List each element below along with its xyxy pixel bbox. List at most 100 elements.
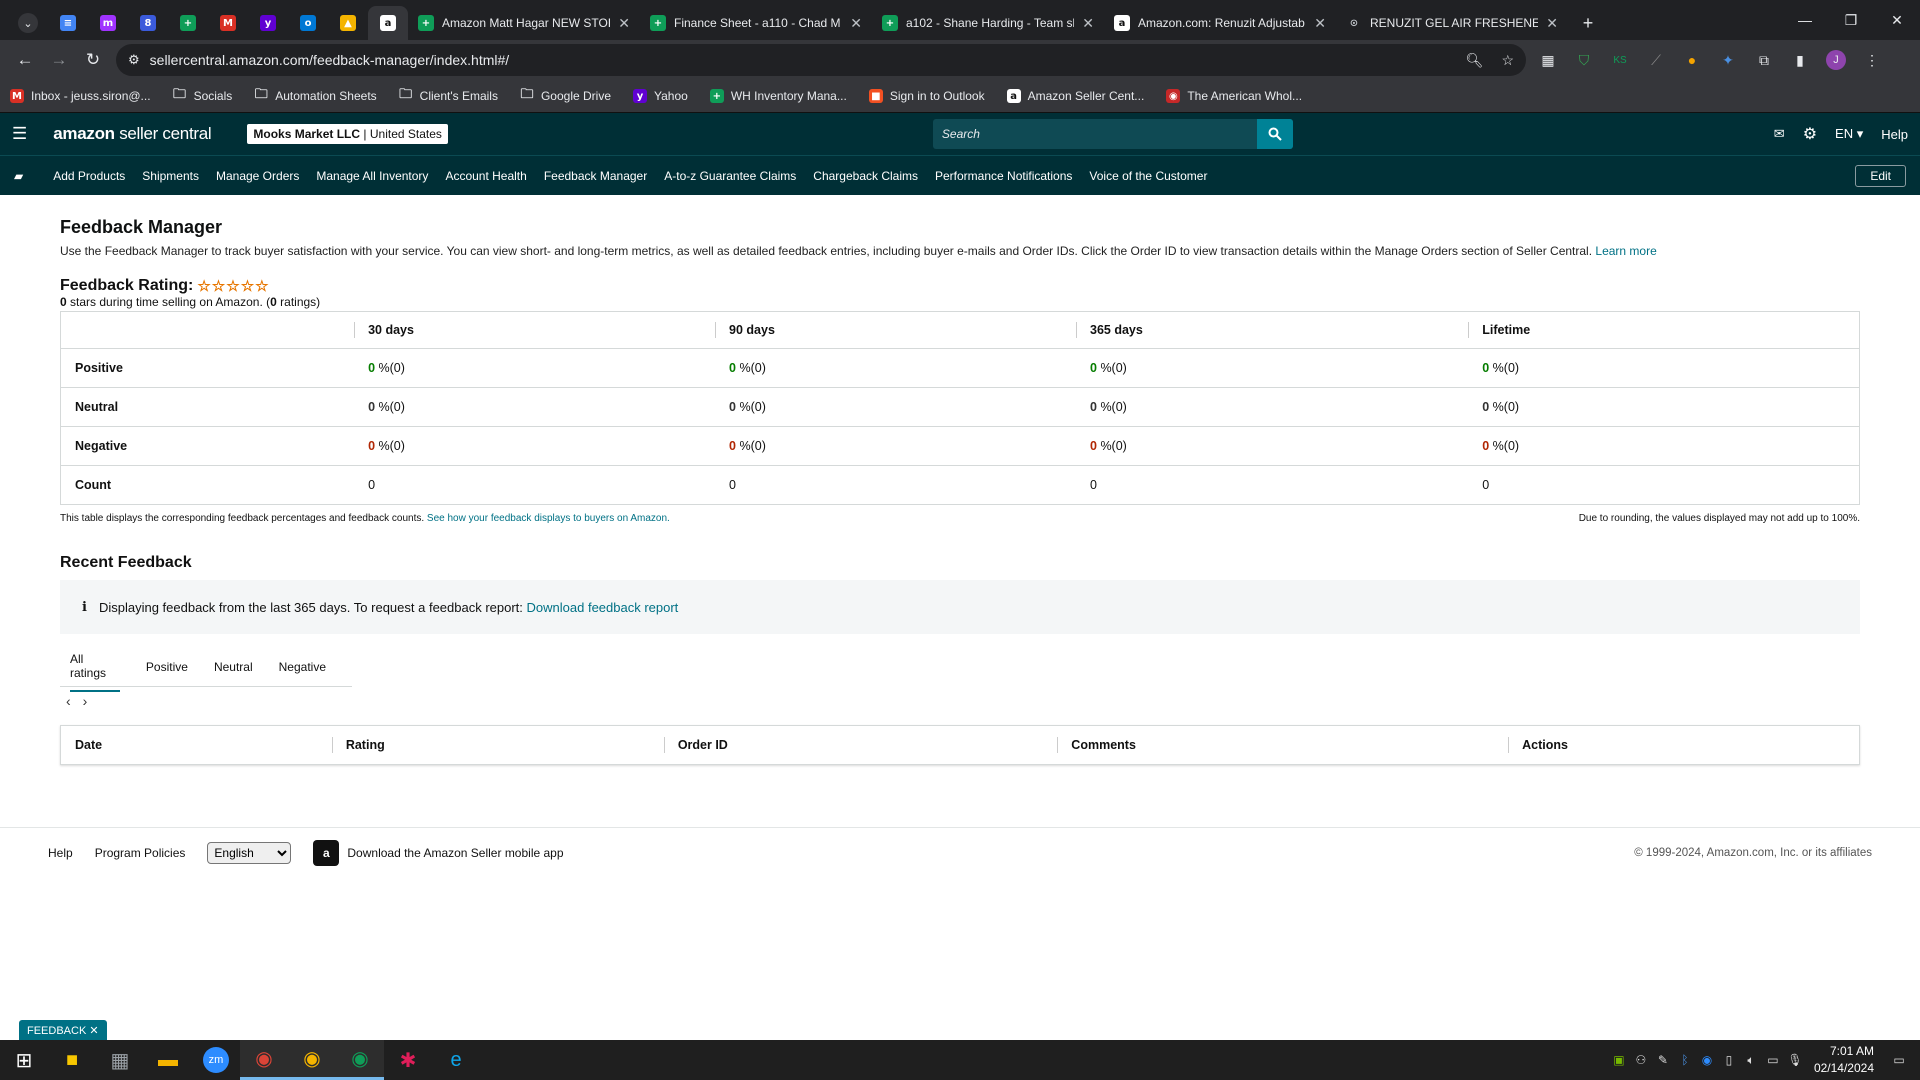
prev-page-icon[interactable]: ‹ <box>66 693 71 709</box>
learn-more-link[interactable]: Learn more <box>1595 244 1656 258</box>
leaf-extension-icon[interactable]: ⟋ <box>1642 46 1670 74</box>
taskbar-app[interactable]: ◉ <box>288 1040 336 1080</box>
pinned-tab[interactable]: o <box>288 6 328 40</box>
bookmark-item[interactable]: 🗀 Socials <box>173 87 232 103</box>
bookmark-icon[interactable]: ▰ <box>14 169 23 183</box>
nav-link-a-to-z-guarantee-claims[interactable]: A-to-z Guarantee Claims <box>664 169 796 183</box>
browser-tab[interactable]: ⊙ RENUZIT GEL AIR FRESHENER- ✕ <box>1336 6 1568 40</box>
nav-link-account-health[interactable]: Account Health <box>445 169 526 183</box>
pinned-tab[interactable]: + <box>168 6 208 40</box>
search-input[interactable] <box>932 119 1257 149</box>
mobile-app-link[interactable]: Download the Amazon Seller mobile app <box>347 846 563 860</box>
search-button[interactable] <box>1256 119 1293 149</box>
hamburger-menu-icon[interactable]: ☰ <box>12 124 27 144</box>
taskbar-app[interactable]: ▬ <box>144 1040 192 1080</box>
qr-extension-icon[interactable]: ▦ <box>1534 46 1562 74</box>
bookmark-item[interactable]: M Inbox - jeuss.siron@... <box>10 89 151 103</box>
puzzle-icon[interactable]: ⧉ <box>1750 46 1778 74</box>
bookmark-star-icon[interactable]: ☆ <box>1501 52 1514 69</box>
download-report-link[interactable]: Download feedback report <box>527 600 679 615</box>
browser-tab[interactable]: + Finance Sheet - a110 - Chad M ✕ <box>640 6 872 40</box>
blue-extension-icon[interactable]: ✦ <box>1714 46 1742 74</box>
taskbar-app[interactable]: ✱ <box>384 1040 432 1080</box>
taskbar-app[interactable]: ◉ <box>240 1040 288 1080</box>
tab-negative[interactable]: Negative <box>279 650 326 684</box>
taskbar-app[interactable]: e <box>432 1040 480 1080</box>
nav-link-performance-notifications[interactable]: Performance Notifications <box>935 169 1072 183</box>
bookmark-item[interactable]: 🗀 Automation Sheets <box>254 87 377 103</box>
clock[interactable]: 7:01 AM 02/14/2024 <box>1814 1043 1874 1077</box>
taskbar-app[interactable]: ⊞ <box>0 1040 48 1080</box>
tab-all-ratings[interactable]: All ratings <box>70 642 120 692</box>
bookmark-item[interactable]: 🗀 Google Drive <box>520 87 611 103</box>
bluetooth-icon[interactable]: ᛒ <box>1674 1053 1696 1067</box>
help-link[interactable]: Help <box>1881 127 1908 142</box>
taskbar-app[interactable]: ▦ <box>96 1040 144 1080</box>
restore-button[interactable]: ❐ <box>1828 0 1874 40</box>
pinned-tab[interactable]: M <box>208 6 248 40</box>
taskbar-app[interactable]: zm <box>192 1040 240 1080</box>
browser-tab[interactable]: + a102 - Shane Harding - Team sl ✕ <box>872 6 1104 40</box>
site-info-icon[interactable]: ⚙ <box>128 52 140 68</box>
nvidia-icon[interactable]: ▣ <box>1608 1053 1630 1067</box>
close-tab-icon[interactable]: ✕ <box>1082 15 1094 32</box>
nav-link-feedback-manager[interactable]: Feedback Manager <box>544 169 647 183</box>
shield-extension-icon[interactable]: ⛉ <box>1570 46 1598 74</box>
taskbar-app[interactable]: ◉ <box>336 1040 384 1080</box>
close-tab-icon[interactable]: ✕ <box>1314 15 1326 32</box>
teams-icon[interactable]: ⚇ <box>1630 1053 1652 1067</box>
reload-button[interactable]: ↻ <box>76 43 110 77</box>
amazon-app-icon[interactable]: a <box>313 839 340 866</box>
program-policies-link[interactable]: Program Policies <box>95 846 186 860</box>
taskbar-app[interactable]: ■ <box>48 1040 96 1080</box>
close-tab-icon[interactable]: ✕ <box>850 15 862 32</box>
ks-extension-icon[interactable]: KS <box>1606 46 1634 74</box>
browser-tab[interactable]: a Amazon.com: Renuzit Adjustab ✕ <box>1104 6 1336 40</box>
forward-button[interactable]: → <box>42 43 76 77</box>
next-page-icon[interactable]: › <box>83 693 88 709</box>
close-tab-icon[interactable]: ✕ <box>618 15 630 32</box>
close-window-button[interactable]: ✕ <box>1874 0 1920 40</box>
new-tab-button[interactable]: + <box>1568 6 1608 40</box>
seller-central-logo[interactable]: amazon seller central <box>53 124 211 144</box>
language-selector[interactable]: EN ▾ <box>1835 126 1863 142</box>
tab-search-button[interactable]: ⌄ <box>8 6 48 40</box>
close-tab-icon[interactable]: ✕ <box>1546 15 1558 32</box>
microphone-icon[interactable]: 🎙︎ <box>1784 1053 1806 1067</box>
nav-link-add-products[interactable]: Add Products <box>53 169 125 183</box>
nav-link-shipments[interactable]: Shipments <box>142 169 199 183</box>
footer-help-link[interactable]: Help <box>48 846 73 860</box>
zoom-tray-icon[interactable]: ◉ <box>1696 1053 1718 1067</box>
profile-avatar[interactable]: J <box>1822 46 1850 74</box>
pinned-tab[interactable]: a <box>368 6 408 40</box>
back-button[interactable]: ← <box>8 43 42 77</box>
tab-neutral[interactable]: Neutral <box>214 650 253 684</box>
nav-link-voice-of-the-customer[interactable]: Voice of the Customer <box>1089 169 1207 183</box>
language-select[interactable]: English <box>207 841 292 864</box>
nav-link-manage-all-inventory[interactable]: Manage All Inventory <box>316 169 428 183</box>
settings-gear-icon[interactable]: ⚙ <box>1803 124 1817 144</box>
orange-extension-icon[interactable]: ● <box>1678 46 1706 74</box>
bookmark-item[interactable]: y Yahoo <box>633 89 688 103</box>
pinned-tab[interactable]: m <box>88 6 128 40</box>
network-icon[interactable]: ▭ <box>1762 1053 1784 1067</box>
address-bar[interactable]: ⚙ sellercentral.amazon.com/feedback-mana… <box>116 44 1526 76</box>
bookmark-item[interactable]: ◉ The American Whol... <box>1166 89 1302 103</box>
store-selector[interactable]: Mooks Market LLC | United States <box>247 124 448 144</box>
mail-icon[interactable]: ✉ <box>1774 126 1785 142</box>
nav-link-chargeback-claims[interactable]: Chargeback Claims <box>813 169 918 183</box>
pinned-tab[interactable]: ≡ <box>48 6 88 40</box>
bookmark-item[interactable]: a Amazon Seller Cent... <box>1006 89 1144 103</box>
bookmark-item[interactable]: + WH Inventory Mana... <box>709 89 847 103</box>
notifications-icon[interactable]: ▭ <box>1888 1053 1910 1067</box>
side-panel-icon[interactable]: ▮ <box>1786 46 1814 74</box>
minimize-button[interactable]: — <box>1782 0 1828 40</box>
pinned-tab[interactable]: 8 <box>128 6 168 40</box>
tab-positive[interactable]: Positive <box>146 650 188 684</box>
battery-icon[interactable]: ▯ <box>1718 1053 1740 1067</box>
edit-nav-button[interactable]: Edit <box>1855 164 1906 187</box>
browser-tab[interactable]: + Amazon Matt Hagar NEW STOR ✕ <box>408 6 640 40</box>
feedback-display-link[interactable]: See how your feedback displays to buyers… <box>427 513 670 524</box>
bookmark-item[interactable]: ■ Sign in to Outlook <box>868 89 985 103</box>
nav-link-manage-orders[interactable]: Manage Orders <box>216 169 299 183</box>
